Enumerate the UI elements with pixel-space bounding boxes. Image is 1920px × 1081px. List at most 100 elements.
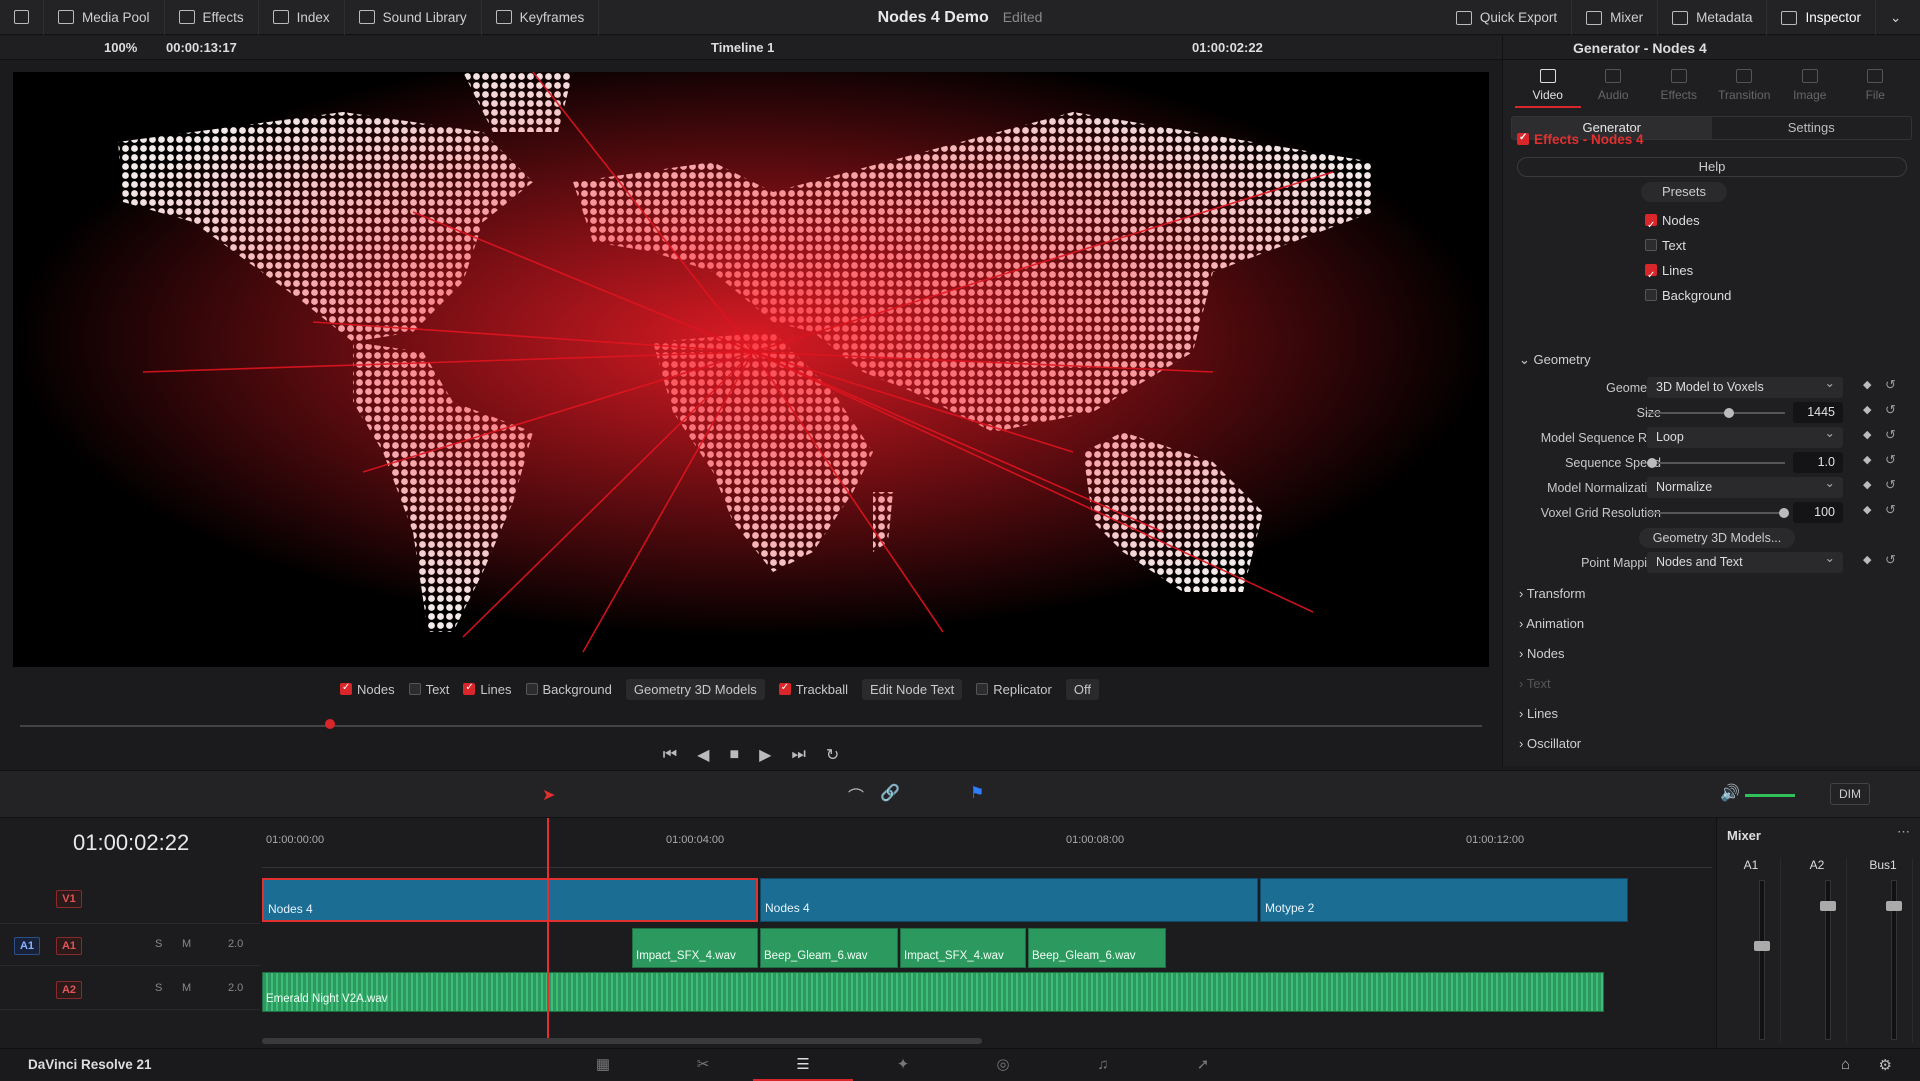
lines-section-header[interactable]: › Lines	[1519, 706, 1558, 721]
home-icon[interactable]: ⌂	[1841, 1056, 1850, 1073]
viewer-option-trackball[interactable]: Trackball	[778, 682, 848, 697]
sequence-speed-slider-knob[interactable]	[1647, 458, 1657, 468]
media-pool-button[interactable]: Media Pool	[44, 0, 165, 35]
track-id-a1[interactable]: A1	[56, 937, 82, 955]
size-field[interactable]: 1445	[1793, 402, 1843, 423]
geometry-section-header[interactable]: ⌄ Geometry	[1519, 352, 1591, 368]
effects-button[interactable]: Effects	[165, 0, 259, 35]
solo-button[interactable]: S	[155, 938, 162, 950]
viewer-option-background[interactable]: Background	[525, 682, 612, 697]
viewer-option-replicator[interactable]: Replicator	[976, 682, 1052, 697]
keyframe-icon[interactable]: ◆	[1863, 453, 1871, 466]
audio-clip[interactable]: Emerald Night V2A.wav	[262, 972, 1604, 1012]
viewer-scrubber[interactable]	[20, 719, 1482, 729]
toggle-lines[interactable]: Lines	[1645, 258, 1731, 288]
model-sequence-run-dropdown[interactable]: Loop	[1647, 425, 1843, 448]
oscillator-section-header[interactable]: › Oscillator	[1519, 736, 1581, 751]
toggle-background[interactable]: Background	[1645, 283, 1731, 308]
video-clip[interactable]: Motype 2	[1260, 878, 1628, 922]
sound-library-button[interactable]: Sound Library	[345, 0, 482, 35]
keyframe-icon[interactable]: ◆	[1863, 478, 1871, 491]
tab-effects[interactable]: Effects	[1646, 60, 1712, 108]
mute-button[interactable]: M	[182, 982, 191, 994]
tab-image[interactable]: Image	[1777, 60, 1843, 108]
timeline-scrollbar[interactable]	[262, 1038, 982, 1044]
tab-audio[interactable]: Audio	[1581, 60, 1647, 108]
reset-icon[interactable]: ↺	[1885, 377, 1896, 393]
tab-video[interactable]: Video	[1515, 60, 1581, 108]
viewer-option-nodes[interactable]: Nodes	[340, 682, 395, 697]
reset-icon[interactable]: ↺	[1885, 502, 1896, 518]
jump-end-icon[interactable]: ⏭	[791, 746, 805, 764]
more-options-icon[interactable]: ⋯	[1897, 824, 1910, 840]
reset-icon[interactable]: ↺	[1885, 427, 1896, 443]
point-mapping-dropdown[interactable]: Nodes and Text	[1647, 550, 1843, 573]
gear-icon[interactable]: ⚙	[1879, 1056, 1892, 1074]
page-fairlight[interactable]: ♫	[1053, 1049, 1153, 1081]
collapse-button[interactable]: ⌄	[1876, 0, 1920, 35]
sequence-speed-field[interactable]: 1.0	[1793, 452, 1843, 473]
quick-export-button[interactable]: Quick Export	[1442, 0, 1573, 35]
video-clip[interactable]: Nodes 4	[760, 878, 1258, 922]
page-color[interactable]: ◎	[953, 1049, 1053, 1081]
tab-file[interactable]: File	[1843, 60, 1909, 108]
source-track-a1[interactable]: A1	[14, 937, 40, 955]
page-cut[interactable]: ✂	[653, 1049, 753, 1081]
dim-button[interactable]: DIM	[1830, 783, 1870, 805]
audio-clip[interactable]: Impact_SFX_4.wav	[900, 928, 1026, 968]
page-deliver[interactable]: ➚	[1153, 1049, 1253, 1081]
size-slider-knob[interactable]	[1724, 408, 1735, 418]
channel-fader[interactable]	[1754, 880, 1770, 1040]
off-select[interactable]: Off	[1065, 678, 1099, 700]
solo-button[interactable]: S	[155, 982, 162, 994]
jump-start-icon[interactable]: ⏮	[663, 746, 677, 764]
volume-slider[interactable]	[1745, 794, 1795, 797]
reset-icon[interactable]: ↺	[1885, 552, 1896, 568]
selection-tool-icon[interactable]: ➤	[542, 785, 555, 805]
timeline-select[interactable]: Timeline 1	[711, 40, 774, 55]
track-id-a2[interactable]: A2	[56, 981, 82, 999]
play-icon[interactable]: ▶	[759, 745, 771, 765]
video-viewer[interactable]	[13, 72, 1489, 667]
presets-button[interactable]: Presets	[1641, 182, 1727, 202]
flag-icon[interactable]: ⚑	[970, 783, 984, 803]
play-reverse-icon[interactable]: ◀	[697, 745, 709, 765]
geometry-dropdown[interactable]: 3D Model to Voxels	[1647, 375, 1843, 398]
inspector-button[interactable]: Inspector	[1767, 0, 1876, 35]
tab-transition[interactable]: Transition	[1712, 60, 1778, 108]
voxel-grid-slider-knob[interactable]	[1779, 508, 1790, 518]
mute-button[interactable]: M	[182, 938, 191, 950]
geometry-3d-models-button[interactable]: Geometry 3D Models	[625, 678, 765, 700]
animation-section-header[interactable]: › Animation	[1519, 616, 1584, 631]
help-button[interactable]: Help	[1517, 157, 1907, 177]
toggle-text[interactable]: Text	[1645, 233, 1731, 258]
keyframes-button[interactable]: Keyframes	[482, 0, 600, 35]
keyframe-icon[interactable]: ◆	[1863, 378, 1871, 391]
voxel-grid-resolution-field[interactable]: 100	[1793, 502, 1843, 523]
track-id-v1[interactable]: V1	[56, 890, 82, 908]
geometry-3d-models-inspector-button[interactable]: Geometry 3D Models...	[1639, 528, 1795, 548]
text-section-header[interactable]: › Text	[1519, 676, 1551, 691]
keyframe-icon[interactable]: ◆	[1863, 553, 1871, 566]
transform-section-header[interactable]: › Transform	[1519, 586, 1585, 601]
edit-node-text-button[interactable]: Edit Node Text	[861, 678, 963, 700]
linked-selection-icon[interactable]: 🔗	[880, 783, 900, 803]
zoom-select[interactable]: 100%	[104, 40, 137, 55]
snapping-icon[interactable]: ⌒	[848, 783, 864, 807]
video-clip[interactable]: Nodes 4	[262, 878, 758, 922]
viewer-option-text[interactable]: Text	[408, 682, 449, 697]
index-button[interactable]: Index	[259, 0, 345, 35]
audio-clip[interactable]: Beep_Gleam_6.wav	[1028, 928, 1166, 968]
audio-clip[interactable]: Impact_SFX_4.wav	[632, 928, 758, 968]
reset-icon[interactable]: ↺	[1885, 452, 1896, 468]
voxel-grid-resolution-slider[interactable]	[1647, 508, 1790, 518]
timeline-playhead[interactable]	[547, 818, 549, 1038]
fader-knob[interactable]	[1886, 901, 1902, 911]
keyframe-icon[interactable]: ◆	[1863, 428, 1871, 441]
fader-knob[interactable]	[1820, 901, 1836, 911]
audio-clip[interactable]: Beep_Gleam_6.wav	[760, 928, 898, 968]
viewer-option-lines[interactable]: Lines	[463, 682, 512, 697]
page-media[interactable]: ▦	[553, 1049, 653, 1081]
page-fusion[interactable]: ✦	[853, 1049, 953, 1081]
size-slider[interactable]	[1647, 408, 1785, 418]
